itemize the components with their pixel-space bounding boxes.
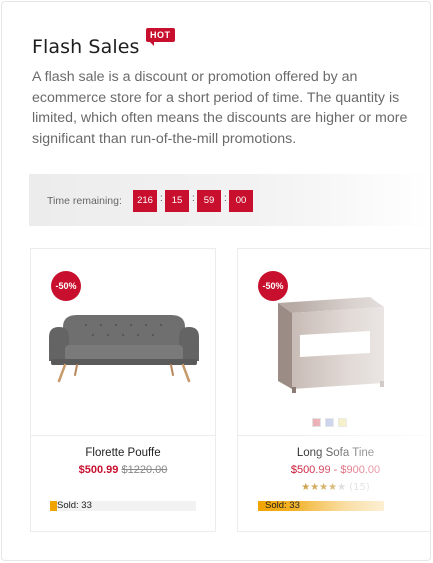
flash-sales-widget: Flash Sales HOT A flash sale is a discou… [1,1,431,561]
product-name[interactable]: Long Sofa Tine [238,447,430,459]
star-rating: ★★★★★ (15) [238,482,430,493]
timer-separator: : [224,193,227,204]
product-image[interactable]: -50% [31,249,215,435]
product-name[interactable]: Florette Pouffe [31,447,215,459]
timer-seconds: 00 [229,190,253,212]
price-separator: - [333,464,338,476]
color-swatch[interactable] [325,418,334,427]
timer-days: 216 [133,190,157,212]
price-current: $500.99 [78,464,119,476]
product-card[interactable]: -50% Florette Pouffe $500.99 $1220.00 So… [30,248,216,532]
price-current: $500.99 [290,464,331,476]
color-swatch[interactable] [338,418,347,427]
timer-hours: 15 [165,190,189,212]
product-prices: $500.99 - $900.00 [238,464,430,476]
product-card[interactable]: -50% Long Sofa Tine $500.99 - $900.00 ★★… [237,248,430,532]
sold-count: Sold: 33 [57,500,92,511]
section-title: Flash Sales [32,36,140,58]
discount-badge: -50% [51,271,81,301]
product-image[interactable]: -50% [238,249,430,435]
star-icons: ★★★★★ [301,482,347,493]
rating-count: (15) [349,482,370,493]
price-original: $900.00 [340,464,381,476]
color-swatches [312,412,351,427]
color-swatch[interactable] [312,418,321,427]
timer-label: Time remaining: [47,195,122,207]
timer-separator: : [160,193,163,204]
sold-count: Sold: 33 [265,500,300,511]
countdown-timer: Time remaining: 216 : 15 : 59 : 00 [29,174,430,226]
product-prices: $500.99 $1220.00 [31,464,215,476]
card-divider [31,435,215,436]
timer-separator: : [192,193,195,204]
discount-badge: -50% [258,271,288,301]
timer-minutes: 59 [197,190,221,212]
card-divider [238,435,430,436]
section-description: A flash sale is a discount or promotion … [32,69,408,147]
title-row: Flash Sales HOT [32,28,175,62]
price-original: $1220.00 [121,464,168,476]
hot-badge: HOT [146,28,175,46]
